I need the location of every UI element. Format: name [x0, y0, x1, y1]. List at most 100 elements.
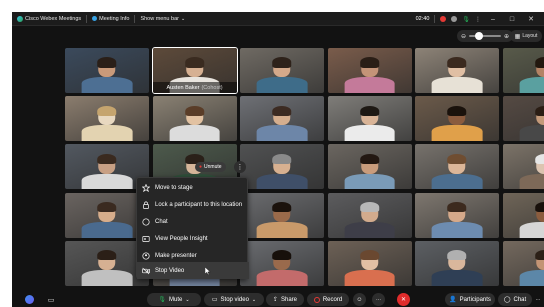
- participant-hair: [97, 57, 117, 68]
- participant-body: [344, 221, 395, 238]
- participant-video-tile[interactable]: [65, 96, 149, 142]
- participant-body: [344, 269, 395, 286]
- menu-item-label: Chat: [155, 218, 168, 225]
- participant-body: [256, 221, 308, 238]
- webex-logo-icon: [17, 15, 23, 22]
- participant-body: [519, 173, 544, 190]
- captions-button[interactable]: ▭: [44, 293, 58, 306]
- menu-item-lock-participant[interactable]: Lock a participant to this location: [137, 196, 249, 213]
- microphone-icon: 🎙: [158, 297, 167, 303]
- menu-item-chat[interactable]: Chat: [137, 213, 249, 230]
- mouse-cursor-icon: [205, 267, 211, 275]
- assistant-icon: [24, 295, 34, 304]
- layout-button[interactable]: ▦ Layout: [510, 30, 542, 42]
- participant-video-feed: [431, 246, 483, 286]
- zoom-slider-thumb[interactable]: [474, 32, 483, 40]
- participant-video-tile[interactable]: [502, 192, 544, 238]
- mute-button[interactable]: 🎙 Mute ⌄: [147, 293, 201, 306]
- participant-video-tile[interactable]: [415, 48, 499, 93]
- participant-hair: [184, 105, 205, 116]
- participant-video-feed: [81, 53, 133, 93]
- stop-video-button[interactable]: ▭ Stop video ⌄: [204, 293, 264, 306]
- unmute-button[interactable]: ● Unmute: [195, 162, 226, 172]
- participant-body: [519, 125, 544, 142]
- more-options-button[interactable]: ···: [372, 293, 385, 306]
- participant-hair: [359, 153, 380, 165]
- recording-indicator-icon[interactable]: [440, 16, 447, 22]
- participant-video-tile[interactable]: [502, 96, 544, 142]
- participant-video-feed: [256, 246, 308, 286]
- participant-video-tile[interactable]: [327, 144, 412, 190]
- participant-video-tile[interactable]: [502, 240, 544, 286]
- meeting-info-button[interactable]: Meeting Info: [87, 12, 134, 26]
- participant-body: [519, 77, 544, 93]
- participant-hair: [447, 201, 467, 213]
- zoom-in-icon[interactable]: ⊕: [504, 33, 509, 40]
- grid-zoom-control[interactable]: ⊖ ⊕: [457, 30, 513, 42]
- menu-item-stop-video[interactable]: Stop Video: [137, 262, 249, 279]
- end-call-icon: ✕: [400, 297, 407, 303]
- participant-video-tile[interactable]: [415, 96, 499, 142]
- participant-video-tile[interactable]: [152, 96, 237, 142]
- zoom-slider[interactable]: [469, 32, 501, 40]
- more-icon[interactable]: ⋮: [475, 16, 481, 23]
- participant-video-tile[interactable]: [65, 48, 149, 93]
- show-menu-bar-button[interactable]: Show menu bar ⌄: [135, 12, 190, 26]
- menu-item-move-to-stage[interactable]: Move to stage: [137, 179, 249, 196]
- chat-button[interactable]: ◯ Chat: [498, 293, 532, 306]
- chevron-down-icon[interactable]: ⌄: [185, 297, 189, 303]
- participant-video-tile[interactable]: [415, 144, 499, 190]
- menu-item-label: Make presenter: [155, 252, 197, 259]
- menu-item-view-people-insight[interactable]: View People Insight: [137, 230, 249, 247]
- participant-hair: [534, 250, 544, 261]
- participant-video-feed: [344, 150, 395, 190]
- chevron-down-icon[interactable]: ⌄: [252, 297, 256, 303]
- participant-video-tile[interactable]: [240, 192, 324, 238]
- participant-video-feed: [256, 53, 308, 93]
- close-window-button[interactable]: ✕: [524, 15, 538, 23]
- chat-icon: ◯: [503, 297, 511, 303]
- participant-video-tile[interactable]: [327, 96, 412, 142]
- participant-video-tile[interactable]: [240, 144, 324, 190]
- zoom-out-icon[interactable]: ⊖: [461, 33, 466, 40]
- participant-hair: [97, 105, 117, 116]
- participant-hair: [272, 250, 292, 261]
- participant-video-tile[interactable]: [415, 192, 499, 238]
- participant-video-tile[interactable]: [415, 240, 499, 286]
- participant-video-tile[interactable]: [327, 48, 412, 93]
- info-icon: [92, 16, 98, 21]
- reactions-button[interactable]: ☺: [353, 293, 366, 306]
- unmute-label: Unmute: [204, 164, 222, 170]
- participant-video-tile[interactable]: [327, 192, 412, 238]
- layout-label: Layout: [522, 33, 538, 39]
- participant-video-tile[interactable]: [240, 48, 324, 93]
- stage-icon: [142, 183, 150, 192]
- lock-icon: [142, 201, 150, 209]
- participants-button[interactable]: 👤 Participants: [445, 293, 495, 306]
- panel-more-button[interactable]: ···: [533, 293, 543, 306]
- mic-status-icon[interactable]: 🎙: [462, 16, 470, 23]
- participant-video-tile[interactable]: [327, 240, 412, 286]
- maximize-button[interactable]: □: [505, 16, 519, 23]
- more-icon: ···: [376, 296, 381, 303]
- share-button[interactable]: ⇪ Share: [266, 293, 304, 306]
- meeting-controls-bar: ▭ 🎙 Mute ⌄ ▭ Stop video ⌄ ⇪ Share Record…: [12, 292, 544, 307]
- participant-video-tile[interactable]: Austen Baker (Cohost): [151, 47, 238, 94]
- webex-assistant-button[interactable]: [22, 293, 36, 306]
- participant-video-tile[interactable]: [502, 48, 544, 93]
- leave-meeting-button[interactable]: ✕: [397, 293, 410, 306]
- participant-video-tile[interactable]: [240, 96, 324, 142]
- minimize-button[interactable]: –: [486, 16, 500, 23]
- participant-body: [431, 77, 483, 93]
- record-button[interactable]: Record: [307, 293, 349, 306]
- participant-video-feed: [519, 150, 544, 190]
- participant-video-tile[interactable]: [240, 240, 324, 286]
- security-icon[interactable]: [451, 16, 458, 22]
- participant-body: [256, 77, 308, 93]
- tile-more-options-button[interactable]: ⋮: [234, 161, 246, 173]
- record-icon: [313, 296, 320, 303]
- more-vertical-icon: ⋮: [236, 164, 244, 171]
- participant-video-tile[interactable]: [502, 144, 544, 190]
- participant-body: [256, 269, 308, 286]
- participant-hair: [447, 57, 467, 68]
